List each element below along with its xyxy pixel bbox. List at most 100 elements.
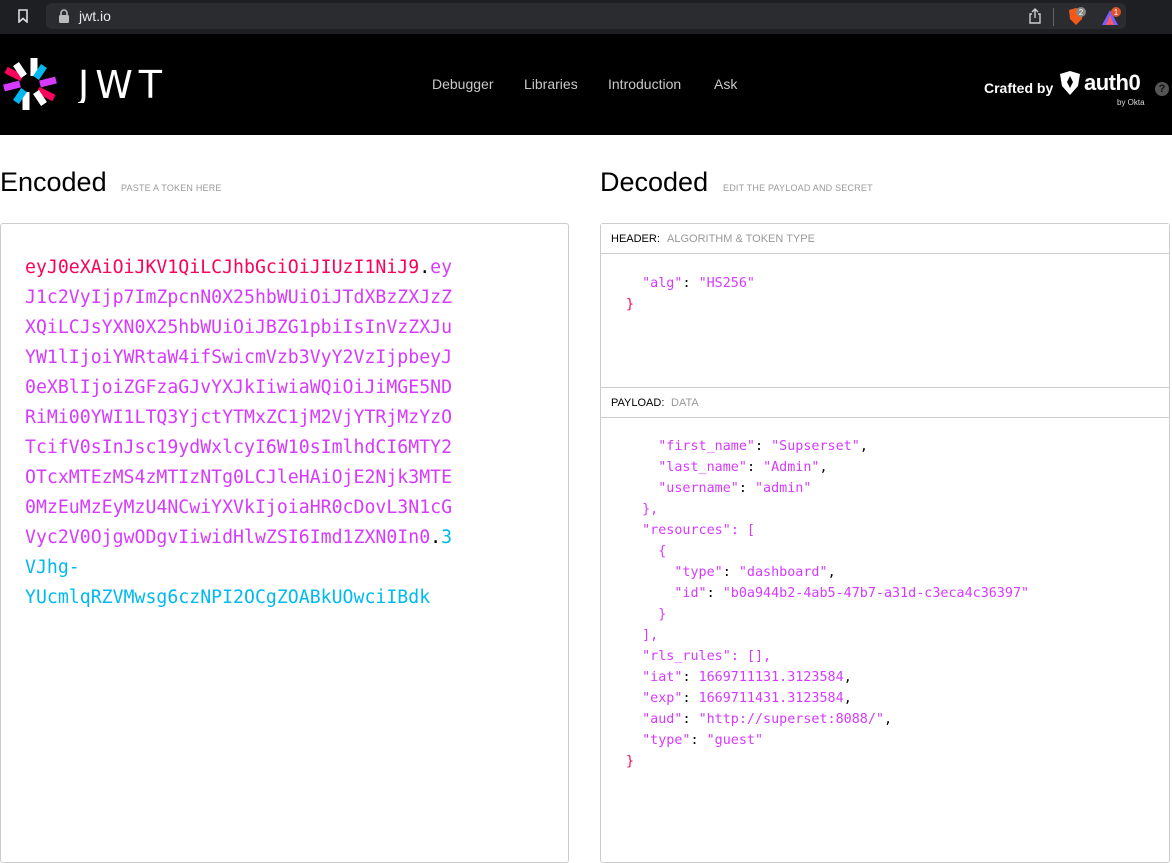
payload-json-segment: : bbox=[738, 481, 755, 496]
payload-json-segment: "admin" bbox=[755, 481, 812, 496]
toolbar-separator bbox=[1053, 8, 1054, 26]
encoded-title: Encoded bbox=[0, 167, 107, 197]
jwt-logo-icon[interactable] bbox=[0, 54, 60, 114]
brave-rewards-icon[interactable]: 1 bbox=[1100, 7, 1122, 27]
payload-json-segment: { bbox=[626, 544, 667, 559]
payload-json-segment: "Supserset" bbox=[771, 439, 860, 454]
header-panel-title: HEADER: ALGORITHM & TOKEN TYPE bbox=[601, 224, 1169, 254]
token-line: YUcmlqRZVMwsg6czNPI2OCgZOABkUOwciIBdk bbox=[25, 583, 452, 613]
token-segment: Vyc2V0OjgwODgvIiwidHlwZSI6Imd1ZXN0In0 bbox=[25, 527, 431, 548]
token-segment: 0eXBlIjoiZGFzaGJvYXJkIiwiaWQiOiJiMGE5ND bbox=[25, 377, 453, 398]
header-json-segment: "HS256" bbox=[698, 276, 755, 291]
brave-shields-icon[interactable]: 2 bbox=[1066, 7, 1086, 27]
token-segment: YW1lIjoiYWRtaW4ifSwicmVzb3VyY2VzIjpbeyJ bbox=[25, 347, 453, 368]
payload-json-line: "resources": [ bbox=[626, 520, 1029, 541]
payload-json-line: "exp": 1669711431.3123584, bbox=[626, 688, 1029, 709]
decoded-panel: HEADER: ALGORITHM & TOKEN TYPE "alg": "H… bbox=[600, 223, 1170, 863]
header-json-segment: : bbox=[682, 276, 699, 291]
bookmark-icon[interactable] bbox=[18, 9, 28, 23]
token-line: RiMi00YWI1LTQ3YjctYTMxZC1jM2VjYTRjMzYzO bbox=[25, 403, 452, 433]
payload-json-segment: : bbox=[682, 691, 699, 706]
payload-json-segment: ], bbox=[626, 628, 659, 643]
payload-json-segment: , bbox=[819, 460, 828, 475]
token-line: eyJ0eXAiOiJKV1QiLCJhbGciOiJIUzI1NiJ9.ey bbox=[25, 253, 452, 283]
payload-json-segment: "last_name" bbox=[658, 460, 747, 475]
encoded-token-text[interactable]: eyJ0eXAiOiJKV1QiLCJhbGciOiJIUzI1NiJ9.ey J… bbox=[25, 253, 452, 613]
payload-json-line: "type": "dashboard", bbox=[626, 562, 1029, 583]
ext2-badge: 1 bbox=[1114, 8, 1119, 17]
payload-json-segment: , bbox=[884, 712, 893, 727]
token-segment: VJhg- bbox=[25, 557, 80, 578]
header-json-segment: } bbox=[626, 297, 635, 312]
token-segment: . bbox=[430, 527, 442, 548]
payload-json-segment: "first_name" bbox=[658, 439, 755, 454]
payload-json-segment: , bbox=[843, 691, 852, 706]
payload-json-segment: } bbox=[626, 607, 667, 622]
nav-debugger[interactable]: Debugger bbox=[432, 76, 494, 92]
payload-json-segment: } bbox=[626, 754, 635, 769]
decoded-subtitle: EDIT THE PAYLOAD AND SECRET bbox=[723, 183, 873, 193]
token-line: YW1lIjoiYWRtaW4ifSwicmVzb3VyY2VzIjpbeyJ bbox=[25, 343, 452, 373]
payload-json-line: "first_name": "Supserset", bbox=[626, 436, 1029, 457]
token-line: 0eXBlIjoiZGFzaGJvYXJkIiwiaWQiOiJiMGE5ND bbox=[25, 373, 452, 403]
payload-json-segment bbox=[626, 712, 642, 727]
auth0-shield-icon[interactable] bbox=[1058, 70, 1082, 96]
header-panel-label: HEADER: bbox=[611, 233, 660, 245]
token-segment: TcifV0sInJsc19ydWxlcyI6W10sImlhdCI6MTY2 bbox=[25, 437, 453, 458]
encoded-subtitle: PASTE A TOKEN HERE bbox=[121, 183, 222, 193]
header-json-line: } bbox=[626, 294, 755, 315]
header-json-segment bbox=[626, 276, 642, 291]
payload-json-line: "id": "b0a944b2-4ab5-47b7-a31d-c3eca4c36… bbox=[626, 583, 1029, 604]
payload-json-segment bbox=[626, 670, 642, 685]
payload-json-segment: "username" bbox=[658, 481, 739, 496]
payload-json-line: "iat": 1669711131.3123584, bbox=[626, 667, 1029, 688]
token-segment: eyJ0eXAiOiJKV1QiLCJhbGciOiJIUzI1NiJ9 bbox=[25, 257, 420, 278]
payload-json-segment: : bbox=[706, 586, 723, 601]
ext1-badge: 2 bbox=[1079, 8, 1084, 17]
payload-json-segment: "http://superset:8088/" bbox=[698, 712, 884, 727]
payload-json-segment bbox=[626, 649, 642, 664]
token-line: J1c2VyIjp7ImZpcnN0X25hbWUiOiJTdXBzZXJzZ bbox=[25, 283, 452, 313]
payload-json-segment: : bbox=[755, 439, 772, 454]
payload-json-line: } bbox=[626, 751, 1029, 772]
payload-json-segment bbox=[626, 523, 642, 538]
share-icon[interactable] bbox=[1028, 8, 1042, 24]
token-line: OTcxMTEzMS4zMTIzNTg0LCJleHAiOjE2Njk3MTE bbox=[25, 463, 452, 493]
payload-json-segment: : bbox=[682, 712, 699, 727]
help-icon[interactable]: ? bbox=[1155, 82, 1169, 96]
payload-json-segment: 1669711431.3123584 bbox=[698, 691, 844, 706]
payload-json-segment bbox=[626, 439, 658, 454]
address-bar[interactable] bbox=[46, 3, 1126, 29]
payload-json-segment: : [ bbox=[730, 523, 755, 538]
payload-json-segment: "resources" bbox=[642, 523, 731, 538]
payload-panel-sublabel: DATA bbox=[671, 397, 699, 409]
payload-json-segment: "b0a944b2-4ab5-47b7-a31d-c3eca4c36397" bbox=[722, 586, 1030, 601]
nav-introduction[interactable]: Introduction bbox=[608, 76, 681, 92]
token-segment: . bbox=[419, 257, 431, 278]
payload-json-segment: , bbox=[843, 670, 852, 685]
payload-json-segment bbox=[626, 733, 642, 748]
payload-json-segment bbox=[626, 586, 674, 601]
auth0-brand[interactable]: auth0 bbox=[1084, 70, 1141, 96]
header-json-editor[interactable]: "alg": "HS256"} bbox=[626, 273, 755, 315]
browser-toolbar: jwt.io 2 1 bbox=[0, 0, 1172, 34]
svg-text:JWT: JWT bbox=[78, 67, 168, 103]
payload-json-segment: : [], bbox=[730, 649, 772, 664]
url-text[interactable]: jwt.io bbox=[79, 8, 111, 24]
header-panel-sublabel: ALGORITHM & TOKEN TYPE bbox=[667, 233, 815, 245]
nav-ask[interactable]: Ask bbox=[714, 76, 737, 92]
payload-json-segment: "type" bbox=[642, 733, 691, 748]
payload-json-segment: : bbox=[722, 565, 739, 580]
token-line: VJhg- bbox=[25, 553, 452, 583]
token-segment: YUcmlqRZVMwsg6czNPI2OCgZOABkUOwciIBdk bbox=[25, 587, 431, 608]
payload-json-segment: "aud" bbox=[642, 712, 683, 727]
token-line: XQiLCJsYXN0X25hbWUiOiJBZG1pbiIsInVzZXJu bbox=[25, 313, 452, 343]
nav-libraries[interactable]: Libraries bbox=[524, 76, 578, 92]
site-header: JWT Debugger Libraries Introduction Ask … bbox=[0, 34, 1172, 135]
token-line: Vyc2V0OjgwODgvIiwidHlwZSI6Imd1ZXN0In0.3 bbox=[25, 523, 452, 553]
payload-json-segment: : bbox=[682, 670, 699, 685]
payload-json-editor[interactable]: "first_name": "Supserset", "last_name" : … bbox=[626, 436, 1029, 772]
payload-json-segment bbox=[626, 565, 674, 580]
payload-json-segment: "type" bbox=[674, 565, 723, 580]
payload-json-segment: : bbox=[690, 733, 707, 748]
